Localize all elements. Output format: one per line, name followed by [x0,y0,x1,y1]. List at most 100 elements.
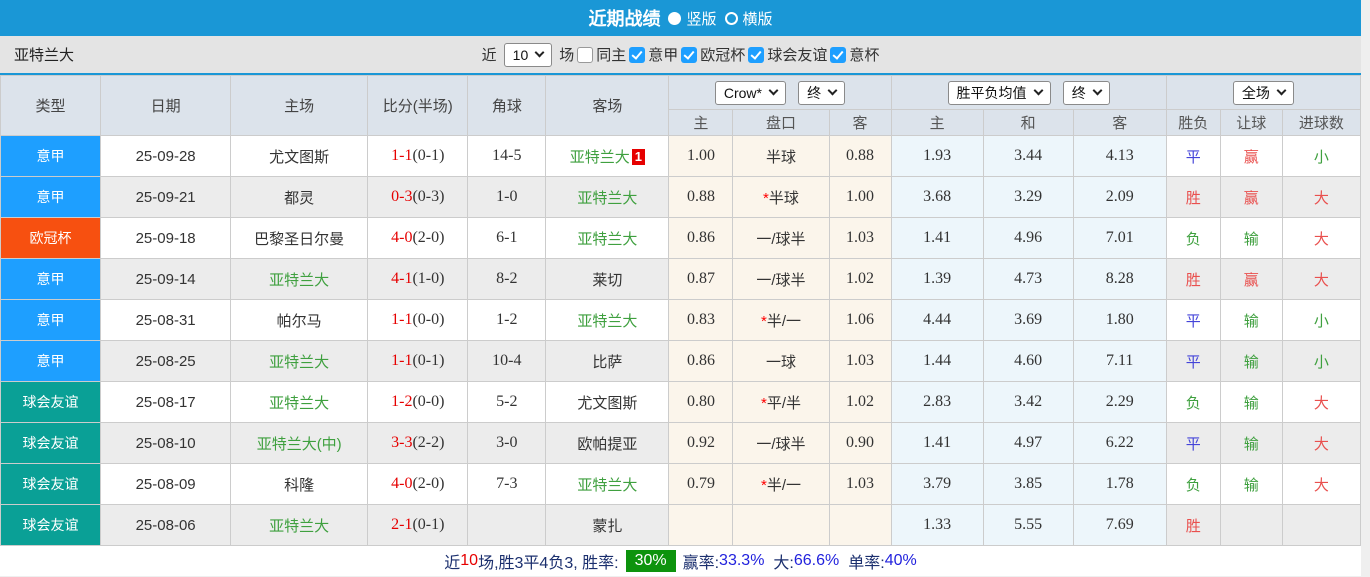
asia-home-odds-cell [668,504,734,546]
date-cell: 25-09-14 [100,258,232,300]
horizontal-layout-radio[interactable] [724,11,738,25]
col-header-type: 类型 [0,75,102,136]
away-team-cell: 亚特兰大 1 [545,135,670,177]
team-name: 亚特兰大 [14,47,75,64]
handicap-result-cell [1219,504,1283,546]
result-cell: 胜 [1165,176,1221,218]
competition-badge: 意甲 [1,300,100,340]
score-cell: 1-2(0-0) [367,381,469,423]
subheader-euro-home: 主 [890,109,984,136]
filter-coppa-checkbox[interactable] [830,46,847,63]
chevron-down-icon [827,85,838,96]
asia-home-odds-cell: 0.83 [668,299,734,341]
score-cell: 2-1(0-1) [367,504,469,546]
match-row: 球会友谊 25-08-10 亚特兰大(中) 3-3(2-2) 3-0 欧帕提亚 0.92 一/… [0,422,1362,464]
filter-ucl-checkbox[interactable] [681,46,698,63]
handicap-result-cell: 输 [1219,381,1283,423]
euro-home-odds-cell: 1.33 [890,504,984,546]
filter-friendly-checkbox[interactable] [748,46,765,63]
euro-draw-odds-cell: 4.60 [982,340,1074,382]
home-team-cell: 巴黎圣日尔曼 [230,217,369,259]
home-team-cell: 帕尔马 [230,299,369,341]
vertical-layout-radio[interactable] [668,11,682,25]
single-rate-value: 40% [884,552,917,569]
corners-cell: 5-2 [467,381,547,423]
corners-cell: 8-2 [467,258,547,300]
chevron-down-icon [534,47,545,58]
euro-draw-odds-cell: 4.97 [982,422,1074,464]
goals-result-cell: 大 [1281,258,1362,300]
score-cell: 3-3(2-2) [367,422,469,464]
competition-badge: 球会友谊 [1,423,100,463]
asia-away-odds-cell: 1.02 [828,258,892,300]
match-row: 意甲 25-09-14 亚特兰大 4-1(1-0) 8-2 莱切 0.87 一/球半 1.02 1… [0,258,1362,300]
vertical-layout-option[interactable]: 竖版 [668,8,717,29]
euro-home-odds-cell: 1.44 [890,340,984,382]
date-cell: 25-08-17 [100,381,232,423]
competition-badge: 意甲 [1,177,100,217]
home-team-cell: 亚特兰大 [230,340,369,382]
big-rate-value: 66.6% [793,552,840,569]
col-header-corners: 角球 [467,75,547,136]
home-team-cell: 都灵 [230,176,369,218]
col-header-date: 日期 [100,75,232,136]
euro-away-odds-cell: 7.11 [1072,340,1167,382]
asia-home-odds-cell: 0.92 [668,422,734,464]
score-cell: 4-0(2-0) [367,463,469,505]
odds-company-time-select[interactable]: 终 [798,80,846,105]
vertical-layout-label: 竖版 [686,10,717,28]
europe-odds-time-select[interactable]: 终 [1062,80,1110,105]
handicap-cell: 一/球半 [732,422,830,464]
handicap-result-cell: 赢 [1219,258,1283,300]
result-cell: 负 [1165,217,1221,259]
match-type-cell: 意甲 [0,340,102,382]
euro-home-odds-cell: 3.79 [890,463,984,505]
corners-cell: 10-4 [467,340,547,382]
same-home-checkbox[interactable] [577,46,594,63]
asia-home-odds-cell: 1.00 [668,135,734,177]
same-home-label: 同主 [596,47,627,64]
summary-bar: 近 10 场,胜3平4负3, 胜率: 30% 赢率: 33.3% 大: 66.6% 单率… [0,546,1361,576]
handicap-result-cell: 输 [1219,299,1283,341]
goals-result-cell: 小 [1281,299,1362,341]
europe-odds-time-value: 终 [1071,84,1086,101]
match-row: 球会友谊 25-08-06 亚特兰大 2-1(0-1) 蒙扎 1.33 5.55 7.69 胜 [0,504,1362,546]
subheader-spread: 让球 [1219,109,1283,136]
filter-controls: 近 10 场 同主 意甲 欧冠杯 球会友谊 意杯 [482,42,879,67]
horizontal-layout-option[interactable]: 横版 [724,8,773,29]
score-cell: 4-1(1-0) [367,258,469,300]
filter-ucl-label: 欧冠杯 [700,47,746,64]
match-type-cell: 意甲 [0,299,102,341]
date-cell: 25-08-10 [100,422,232,464]
goals-result-cell: 大 [1281,463,1362,505]
result-cell: 平 [1165,340,1221,382]
away-team-cell: 欧帕提亚 [545,422,670,464]
europe-odds-select[interactable]: 胜平负均值 [947,80,1051,105]
match-row: 球会友谊 25-08-17 亚特兰大 1-2(0-0) 5-2 尤文图斯 0.80 *平/半 1… [0,381,1362,423]
euro-away-odds-cell: 2.29 [1072,381,1167,423]
corners-cell: 1-0 [467,176,547,218]
games-label: 场 [559,47,575,64]
asia-odds-header: Crow* 终 [668,75,892,110]
euro-draw-odds-cell: 3.85 [982,463,1074,505]
subheader-euro-draw: 和 [982,109,1074,136]
odds-company-select[interactable]: Crow* [714,80,786,105]
match-scope-select[interactable]: 全场 [1232,80,1294,105]
goals-result-cell: 大 [1281,381,1362,423]
asia-away-odds-cell: 1.03 [828,217,892,259]
corners-cell: 6-1 [467,217,547,259]
subheader-asia-away: 客 [828,109,892,136]
chevron-down-icon [1092,85,1103,96]
corners-cell: 1-2 [467,299,547,341]
match-row: 欧冠杯 25-09-18 巴黎圣日尔曼 4-0(2-0) 6-1 亚特兰大 0.86 一/球半… [0,217,1362,259]
home-team-cell: 亚特兰大(中) [230,422,369,464]
filter-serie-a-checkbox[interactable] [629,46,646,63]
home-team-cell: 亚特兰大 [230,504,369,546]
odds-company-value: Crow* [723,84,762,101]
match-type-cell: 球会友谊 [0,381,102,423]
asia-home-odds-cell: 0.79 [668,463,734,505]
recent-count-select[interactable]: 10 [503,42,553,67]
euro-home-odds-cell: 3.68 [890,176,984,218]
result-cell: 负 [1165,381,1221,423]
subheader-handicap: 盘口 [732,109,830,136]
